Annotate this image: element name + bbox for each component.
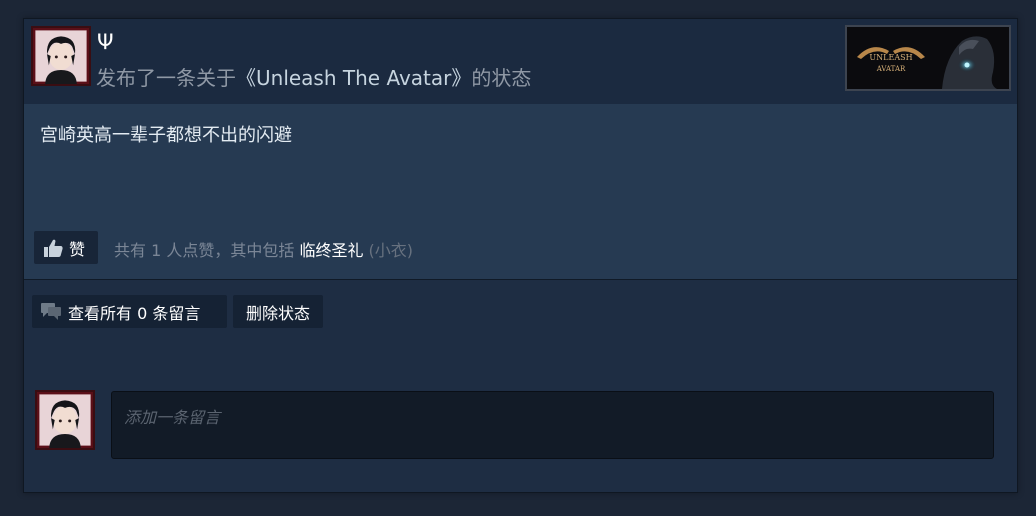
delete-status-button[interactable]: 删除状态 bbox=[233, 295, 323, 328]
thumb-logo-text-1: UNLEASH bbox=[869, 53, 912, 62]
status-card: Ψ 发布了一条关于《Unleash The Avatar》的状态 UNLEASH… bbox=[23, 18, 1018, 493]
delete-status-label: 删除状态 bbox=[245, 303, 310, 323]
comment-input[interactable] bbox=[111, 391, 994, 459]
like-summary-prefix: 共有 1 人点赞，其中包括 bbox=[114, 241, 300, 260]
thumb-logo-text-2: AVATAR bbox=[876, 65, 906, 73]
post-body: 宫崎英高一辈子都想不出的闪避 赞 共有 1 人点赞，其中包括 临终圣礼 (小衣) bbox=[24, 104, 1017, 279]
like-summary: 共有 1 人点赞，其中包括 临终圣礼 (小衣) bbox=[114, 237, 413, 261]
like-button[interactable]: 赞 bbox=[34, 231, 98, 264]
liker-name-link[interactable]: 临终圣礼 bbox=[299, 241, 363, 260]
author-name[interactable]: Ψ bbox=[97, 29, 114, 55]
section-divider bbox=[24, 279, 1017, 280]
like-button-label: 赞 bbox=[69, 239, 86, 259]
comment-bubble-icon bbox=[41, 302, 61, 320]
action-suffix: 的状态 bbox=[471, 66, 532, 90]
game-thumbnail[interactable]: UNLEASH AVATAR bbox=[845, 25, 1011, 91]
action-prefix: 发布了一条关于 bbox=[96, 66, 236, 90]
view-comments-button[interactable]: 查看所有 0 条留言 bbox=[32, 295, 227, 328]
post-action-line: 发布了一条关于《Unleash The Avatar》的状态 bbox=[96, 65, 531, 91]
commenter-avatar bbox=[35, 390, 95, 450]
game-title-link[interactable]: 《Unleash The Avatar》 bbox=[236, 66, 471, 90]
liker-nickname: (小衣) bbox=[363, 241, 414, 260]
view-comments-label: 查看所有 0 条留言 bbox=[68, 303, 201, 323]
post-header: Ψ 发布了一条关于《Unleash The Avatar》的状态 UNLEASH… bbox=[24, 19, 1017, 104]
author-avatar[interactable] bbox=[31, 26, 91, 86]
thumbs-up-icon bbox=[44, 239, 63, 257]
status-text: 宫崎英高一辈子都想不出的闪避 bbox=[40, 125, 292, 146]
